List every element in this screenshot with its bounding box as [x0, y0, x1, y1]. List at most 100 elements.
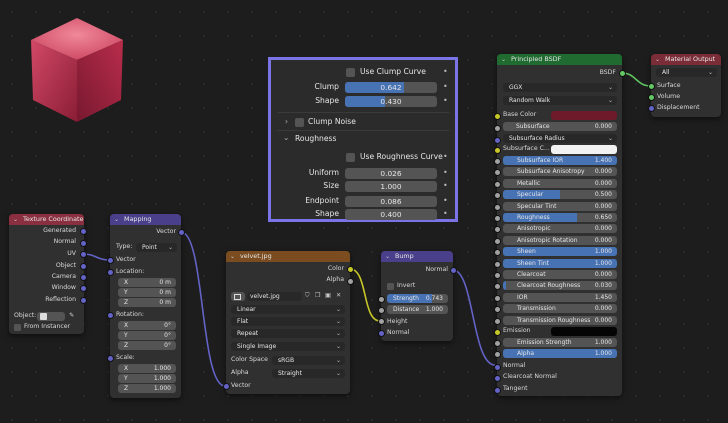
socket-image-vector-in[interactable]: [223, 383, 230, 390]
collapse-icon[interactable]: ⌄: [501, 54, 506, 65]
bsdf-input-socket[interactable]: [494, 272, 501, 279]
distance-field[interactable]: Distance 1.000: [387, 305, 448, 314]
decorator-dot[interactable]: •: [443, 67, 448, 76]
socket-location-in[interactable]: [107, 269, 114, 276]
bsdf-input-socket[interactable]: [494, 137, 501, 144]
node-header[interactable]: ⌄ Material Output: [651, 54, 721, 65]
decorator-dot[interactable]: •: [443, 96, 448, 105]
subsurface-color-swatch[interactable]: [551, 145, 617, 154]
decorator-dot[interactable]: •: [443, 209, 448, 218]
param-anisotropic-field[interactable]: Anisotropic 0.000: [503, 224, 617, 234]
bsdf-input-socket[interactable]: [494, 215, 501, 222]
bsdf-input-socket[interactable]: [494, 147, 501, 154]
param-transmission-roughness-field[interactable]: Transmission Roughness 0.000: [503, 315, 617, 325]
target-select[interactable]: All ⌄: [656, 68, 717, 77]
bsdf-input-socket[interactable]: [494, 340, 501, 347]
param-subsurface-ior-field[interactable]: Subsurface IOR 1.400: [503, 156, 617, 165]
emission-strength-field[interactable]: Emission Strength 1.000: [503, 338, 617, 347]
param-clearcoat-roughness-field[interactable]: Clearcoat Roughness 0.030: [503, 281, 617, 291]
image-name-field[interactable]: velvet.jpg: [247, 292, 302, 301]
param-ior-field[interactable]: IOR 1.450: [503, 292, 617, 302]
bsdf-input-socket[interactable]: [494, 364, 501, 371]
decorator-dot[interactable]: •: [443, 168, 448, 177]
image-browse-button[interactable]: [231, 292, 245, 301]
scale-x-field[interactable]: X 1.000: [118, 364, 176, 373]
socket-image-color[interactable]: [347, 266, 354, 273]
socket-reflection[interactable]: [80, 297, 87, 304]
image-texture-node[interactable]: ⌄ velvet.jpg Color Alpha velvet.jpg ⛉ ❐ ▣…: [226, 251, 350, 394]
endpoint-field[interactable]: 0.086: [345, 196, 437, 207]
bsdf-input-socket[interactable]: [494, 387, 501, 394]
socket-image-alpha[interactable]: [347, 278, 354, 285]
socket-scale-in[interactable]: [107, 355, 114, 362]
scale-z-field[interactable]: Z 1.000: [118, 384, 176, 393]
socket-bsdf-out[interactable]: [619, 70, 626, 77]
param-anisotropic-rotation-field[interactable]: Anisotropic Rotation 0.000: [503, 235, 617, 245]
extension-select[interactable]: Repeat ⌄: [231, 329, 345, 338]
socket-uv[interactable]: [80, 251, 87, 258]
location-y-field[interactable]: Y0 m: [118, 288, 176, 297]
socket-generated[interactable]: [80, 228, 87, 235]
close-icon[interactable]: ✕: [336, 291, 341, 301]
socket-distance-in[interactable]: [378, 307, 385, 314]
projection-select[interactable]: Flat ⌄: [231, 317, 345, 326]
bsdf-input-socket[interactable]: [494, 158, 501, 165]
bsdf-input-socket[interactable]: [494, 329, 501, 336]
socket-window[interactable]: [80, 285, 87, 292]
collapse-icon[interactable]: ⌄: [13, 214, 18, 225]
socket-camera[interactable]: [80, 274, 87, 281]
bsdf-input-socket[interactable]: [494, 260, 501, 268]
rotation-x-field[interactable]: X 0°: [118, 321, 176, 330]
bsdf-input-socket[interactable]: [494, 203, 501, 211]
clump-noise-expand-icon[interactable]: ›: [285, 116, 288, 128]
socket-mapping-vector-in[interactable]: [107, 257, 114, 264]
param-specular-field[interactable]: Specular 0.500: [503, 190, 617, 200]
socket-bump-normal-out[interactable]: [450, 267, 457, 274]
socket-height-in[interactable]: [378, 318, 385, 325]
bsdf-input-socket[interactable]: [494, 125, 501, 132]
uniform-field[interactable]: 0.026: [345, 168, 437, 179]
collapse-icon[interactable]: ⌄: [230, 251, 235, 262]
roughness-section-label[interactable]: Roughness: [295, 133, 336, 145]
shape2-field[interactable]: 0.400: [345, 209, 437, 220]
subsurface-method-select[interactable]: Random Walk ⌄: [503, 96, 617, 105]
decorator-dot[interactable]: •: [443, 181, 448, 190]
param-transmission-field[interactable]: Transmission 0.000: [503, 304, 617, 314]
clump-noise-label[interactable]: Clump Noise: [308, 116, 356, 128]
collapse-icon[interactable]: ⌄: [114, 214, 119, 225]
interpolation-select[interactable]: Linear ⌄: [231, 305, 345, 314]
bsdf-input-socket[interactable]: [494, 180, 501, 188]
param-roughness-field[interactable]: Roughness 0.650: [503, 213, 617, 222]
fake-user-icon[interactable]: ⛉: [305, 291, 310, 301]
clump-slider[interactable]: 0.642: [345, 82, 437, 93]
material-output-node[interactable]: ⌄ Material Output All ⌄ Surface Volume Dis…: [651, 54, 721, 117]
bsdf-input-socket[interactable]: [494, 294, 501, 302]
use-roughness-curve-checkbox[interactable]: [346, 153, 355, 162]
bsdf-input-socket[interactable]: [494, 113, 501, 120]
param-metallic-field[interactable]: Metallic 0.000: [503, 178, 617, 188]
decorator-dot[interactable]: •: [443, 82, 448, 91]
scale-y-field[interactable]: Y 1.000: [118, 374, 176, 383]
bsdf-input-socket[interactable]: [494, 375, 501, 382]
location-z-field[interactable]: Z0 m: [118, 298, 176, 307]
rotation-z-field[interactable]: Z 0°: [118, 341, 176, 350]
alpha-mode-select[interactable]: Straight ⌄: [272, 369, 345, 378]
node-header[interactable]: ⌄ velvet.jpg: [226, 251, 350, 262]
invert-checkbox[interactable]: [387, 283, 394, 290]
shape-slider[interactable]: 0.430: [345, 96, 437, 107]
clump-noise-checkbox[interactable]: [295, 118, 304, 127]
socket-strength-in[interactable]: [378, 296, 385, 303]
from-instancer-checkbox[interactable]: [14, 324, 21, 331]
param-sheen-tint-field[interactable]: Sheen Tint 1.000: [503, 258, 617, 268]
duplicate-icon[interactable]: ❐: [315, 291, 321, 301]
node-header[interactable]: ⌄ Bump: [381, 251, 453, 262]
eyedropper-icon[interactable]: ✎: [69, 311, 74, 321]
param-specular-tint-field[interactable]: Specular Tint 0.000: [503, 201, 617, 211]
bsdf-input-socket[interactable]: [494, 237, 501, 245]
node-header[interactable]: ⌄ Principled BSDF: [497, 54, 622, 65]
socket-volume-in[interactable]: [648, 94, 655, 101]
rotation-y-field[interactable]: Y 0°: [118, 331, 176, 340]
socket-displacement-in[interactable]: [648, 105, 655, 112]
collapse-icon[interactable]: ⌄: [385, 251, 390, 262]
bsdf-input-socket[interactable]: [494, 317, 501, 325]
